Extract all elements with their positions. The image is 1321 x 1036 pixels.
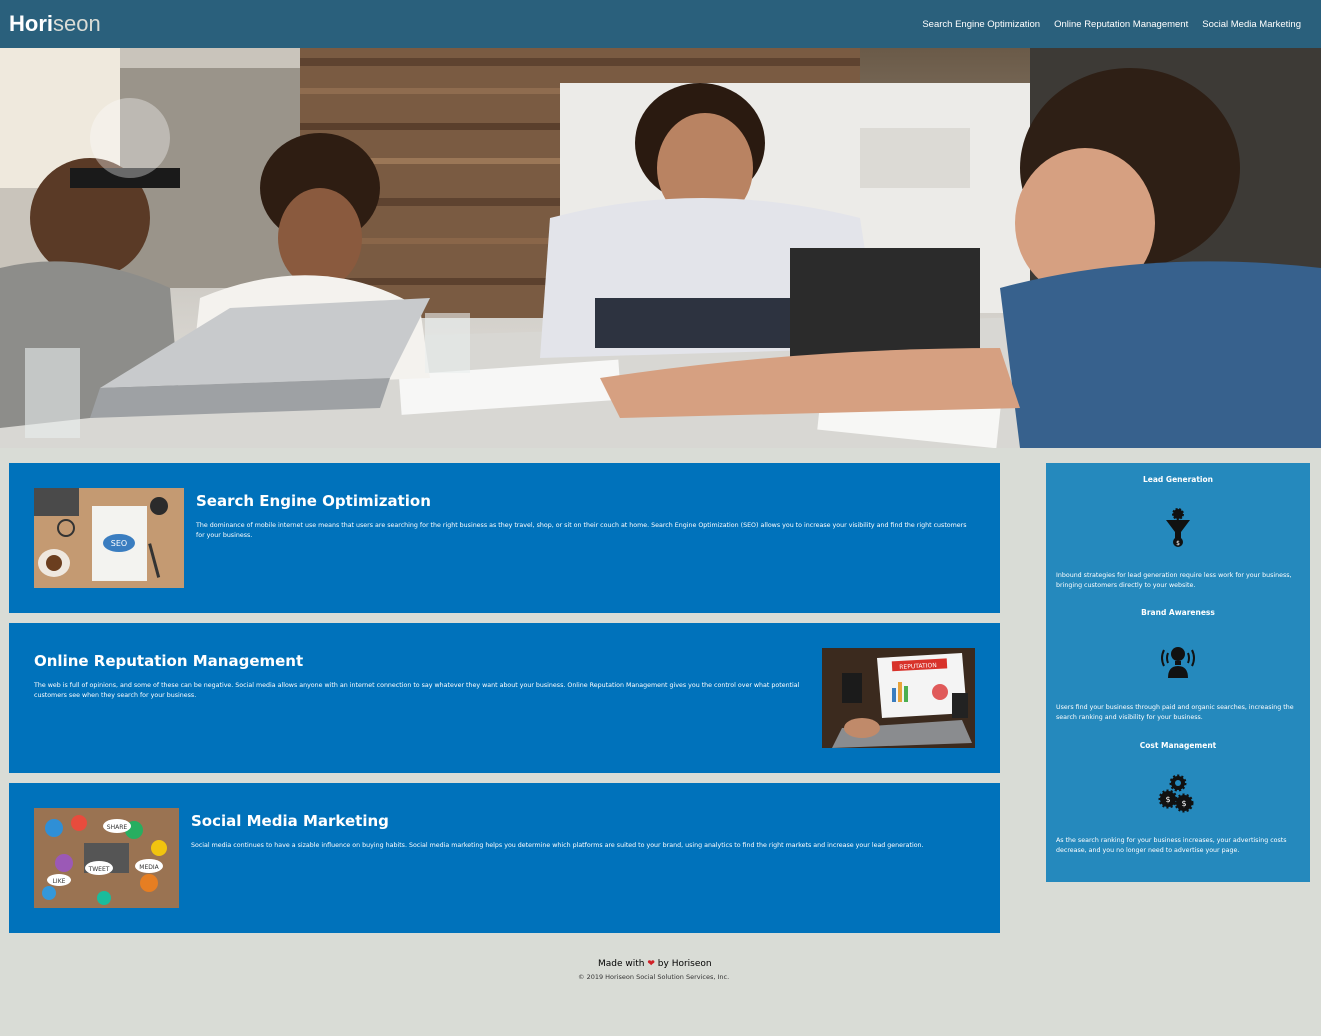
smm-thumb-word-like: LIKE: [53, 878, 66, 885]
seo-desk-illustration: SEO: [34, 488, 184, 588]
footer-made-with: Made with ❤ by Horiseon: [598, 959, 712, 969]
benefit-text-brand-awareness: Users find your business through paid an…: [1056, 704, 1294, 721]
svg-text:$: $: [1181, 799, 1186, 808]
logo-text-seon: seon: [53, 11, 101, 36]
card-title: Online Reputation Management: [34, 652, 304, 670]
smm-thumb-word-tweet: TWEET: [88, 866, 110, 873]
benefit-text-lead-generation: Inbound strategies for lead generation r…: [1056, 572, 1292, 589]
card-title: Social Media Marketing: [191, 812, 389, 830]
social-media-thumbnail: SHARE TWEET LIKE MEDIA: [34, 808, 179, 908]
benefit-title-cost-management: Cost Management: [1139, 741, 1217, 750]
card-text: The dominance of mobile internet use mea…: [196, 522, 967, 539]
card-title: Search Engine Optimization: [196, 492, 431, 510]
content-card-seo: SEO Search Engine Optimization The domin…: [9, 463, 1000, 613]
content-card-reputation: Online Reputation Management The web is …: [9, 623, 1000, 773]
nav-link-reputation[interactable]: Online Reputation Management: [1054, 19, 1188, 30]
gears-dollar-icon: $ $: [1158, 773, 1198, 813]
hero-meeting-illustration: [0, 48, 1321, 448]
card-text: Social media continues to have a sizable…: [191, 842, 924, 849]
card-text: The web is full of opinions, and some of…: [34, 682, 800, 699]
content-card-social-media: SHARE TWEET LIKE MEDIA Social Media Mark…: [9, 783, 1000, 933]
footer-made-suffix: by Horiseon: [657, 959, 712, 969]
benefit-title-brand-awareness: Brand Awareness: [1141, 608, 1215, 617]
lightbulb-person-icon: [1158, 640, 1198, 680]
social-media-collage-illustration: SHARE TWEET LIKE MEDIA: [34, 808, 179, 908]
benefit-title-lead-generation: Lead Generation: [1143, 475, 1213, 484]
benefits-sidebar: Lead Generation $ Inbound strategies for…: [1046, 463, 1310, 882]
footer-copyright: © 2019 Horiseon Social Solution Services…: [578, 973, 730, 981]
funnel-dollar-icon: $: [1158, 508, 1198, 548]
heart-icon: ❤: [647, 959, 655, 969]
hero-image: [0, 48, 1321, 448]
reputation-laptop-illustration: REPUTATION: [822, 648, 975, 748]
nav-link-social-media[interactable]: Social Media Marketing: [1202, 19, 1301, 30]
reputation-thumbnail: REPUTATION: [822, 648, 975, 748]
svg-text:$: $: [1165, 795, 1170, 804]
main-nav: Search Engine Optimization Online Reputa…: [908, 19, 1301, 30]
nav-link-seo[interactable]: Search Engine Optimization: [922, 19, 1040, 30]
smm-thumb-word-share: SHARE: [107, 824, 128, 831]
benefit-text-cost-management: As the search ranking for your business …: [1056, 837, 1287, 854]
logo-text-hori: Hori: [9, 11, 53, 36]
site-logo[interactable]: Horiseon: [9, 11, 101, 37]
svg-text:$: $: [1176, 540, 1180, 547]
seo-thumb-word: SEO: [111, 539, 127, 548]
site-header: Horiseon Search Engine Optimization Onli…: [0, 0, 1321, 48]
seo-thumbnail: SEO: [34, 488, 184, 588]
smm-thumb-word-media: MEDIA: [139, 864, 159, 871]
footer-made-prefix: Made with: [598, 959, 645, 969]
